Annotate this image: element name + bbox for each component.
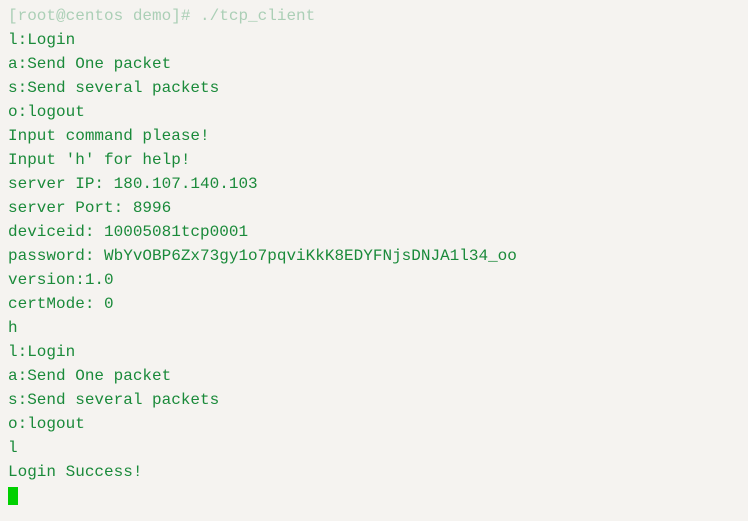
terminal-line: Input command please! bbox=[8, 124, 740, 148]
cursor-icon bbox=[8, 487, 18, 505]
terminal-prompt-line bbox=[8, 484, 740, 508]
terminal-line: s:Send several packets bbox=[8, 76, 740, 100]
terminal-line: Input 'h' for help! bbox=[8, 148, 740, 172]
terminal-line: password: WbYvOBP6Zx73gy1o7pqviKkK8EDYFN… bbox=[8, 244, 740, 268]
terminal-line: h bbox=[8, 316, 740, 340]
terminal-line: s:Send several packets bbox=[8, 388, 740, 412]
terminal-output[interactable]: [root@centos demo]# ./tcp_client l:Login… bbox=[8, 4, 740, 508]
terminal-line: l bbox=[8, 436, 740, 460]
terminal-line: deviceid: 10005081tcp0001 bbox=[8, 220, 740, 244]
terminal-line: o:logout bbox=[8, 100, 740, 124]
terminal-line: version:1.0 bbox=[8, 268, 740, 292]
terminal-line: a:Send One packet bbox=[8, 52, 740, 76]
terminal-line: server IP: 180.107.140.103 bbox=[8, 172, 740, 196]
terminal-line: certMode: 0 bbox=[8, 292, 740, 316]
terminal-line: l:Login bbox=[8, 28, 740, 52]
terminal-line: Login Success! bbox=[8, 460, 740, 484]
terminal-line: [root@centos demo]# ./tcp_client bbox=[8, 4, 740, 28]
terminal-line: server Port: 8996 bbox=[8, 196, 740, 220]
terminal-line: o:logout bbox=[8, 412, 740, 436]
terminal-line: l:Login bbox=[8, 340, 740, 364]
terminal-line: a:Send One packet bbox=[8, 364, 740, 388]
